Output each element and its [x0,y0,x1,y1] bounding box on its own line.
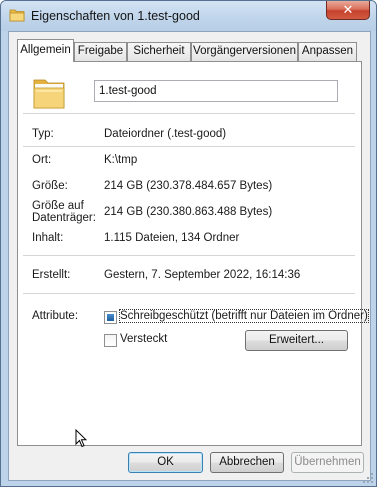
cancel-button[interactable]: Abbrechen [210,452,284,473]
dialog-client-area: Allgemein Freigabe Sicherheit Vorgängerv… [8,31,371,481]
attributes-label: Attribute: [32,310,79,322]
hidden-checkbox-label[interactable]: Versteckt [120,333,167,345]
folder-icon [33,79,65,109]
properties-window: Eigenschaften von 1.test-good ✕ Allgemei… [0,0,377,487]
size-on-disk-value: 214 GB (230.380.863.488 Bytes) [104,206,273,218]
created-label: Erstellt: [32,269,71,281]
window-title: Eigenschaften von 1.test-good [31,9,200,23]
ok-button[interactable]: OK [128,452,203,473]
close-button[interactable]: ✕ [326,1,370,20]
separator [23,146,355,147]
folder-name-input[interactable] [94,80,338,102]
tab-freigabe[interactable]: Freigabe [74,42,127,61]
mouse-pointer-icon [75,429,87,448]
location-value: K:\tmp [104,154,138,166]
readonly-checkbox-label[interactable]: Schreibgeschützt (betrifft nur Dateien i… [119,309,369,323]
separator [23,113,355,114]
hidden-checkbox[interactable] [104,334,117,347]
location-label: Ort: [32,154,52,166]
contents-value: 1.115 Dateien, 134 Ordner [104,232,240,244]
separator [23,255,355,256]
tab-sicherheit[interactable]: Sicherheit [127,42,191,61]
readonly-checkbox[interactable] [104,311,117,324]
folder-icon [9,9,25,22]
created-value: Gestern, 7. September 2022, 16:14:36 [104,269,301,281]
apply-button[interactable]: Übernehmen [291,452,364,473]
general-tab-panel: Typ: Dateiordner (.test-good) Ort: K:\tm… [17,61,369,446]
close-icon: ✕ [342,2,354,17]
tab-vorgaengerversionen[interactable]: Vorgängerversionen [191,42,298,61]
tab-anpassen[interactable]: Anpassen [298,42,357,61]
advanced-button[interactable]: Erweitert... [245,330,348,351]
resize-grip-icon[interactable] [362,472,374,484]
contents-label: Inhalt: [32,232,64,244]
separator [23,293,355,294]
title-bar[interactable]: Eigenschaften von 1.test-good ✕ [1,1,376,31]
size-label: Größe: [32,180,68,192]
type-value: Dateiordner (.test-good) [104,128,227,140]
size-value: 214 GB (230.378.484.657 Bytes) [104,180,273,192]
type-label: Typ: [32,128,54,140]
size-on-disk-label-line1: Größe auf [32,200,84,212]
size-on-disk-label-line2: Datenträger: [32,212,96,224]
tab-allgemein[interactable]: Allgemein [17,39,74,62]
